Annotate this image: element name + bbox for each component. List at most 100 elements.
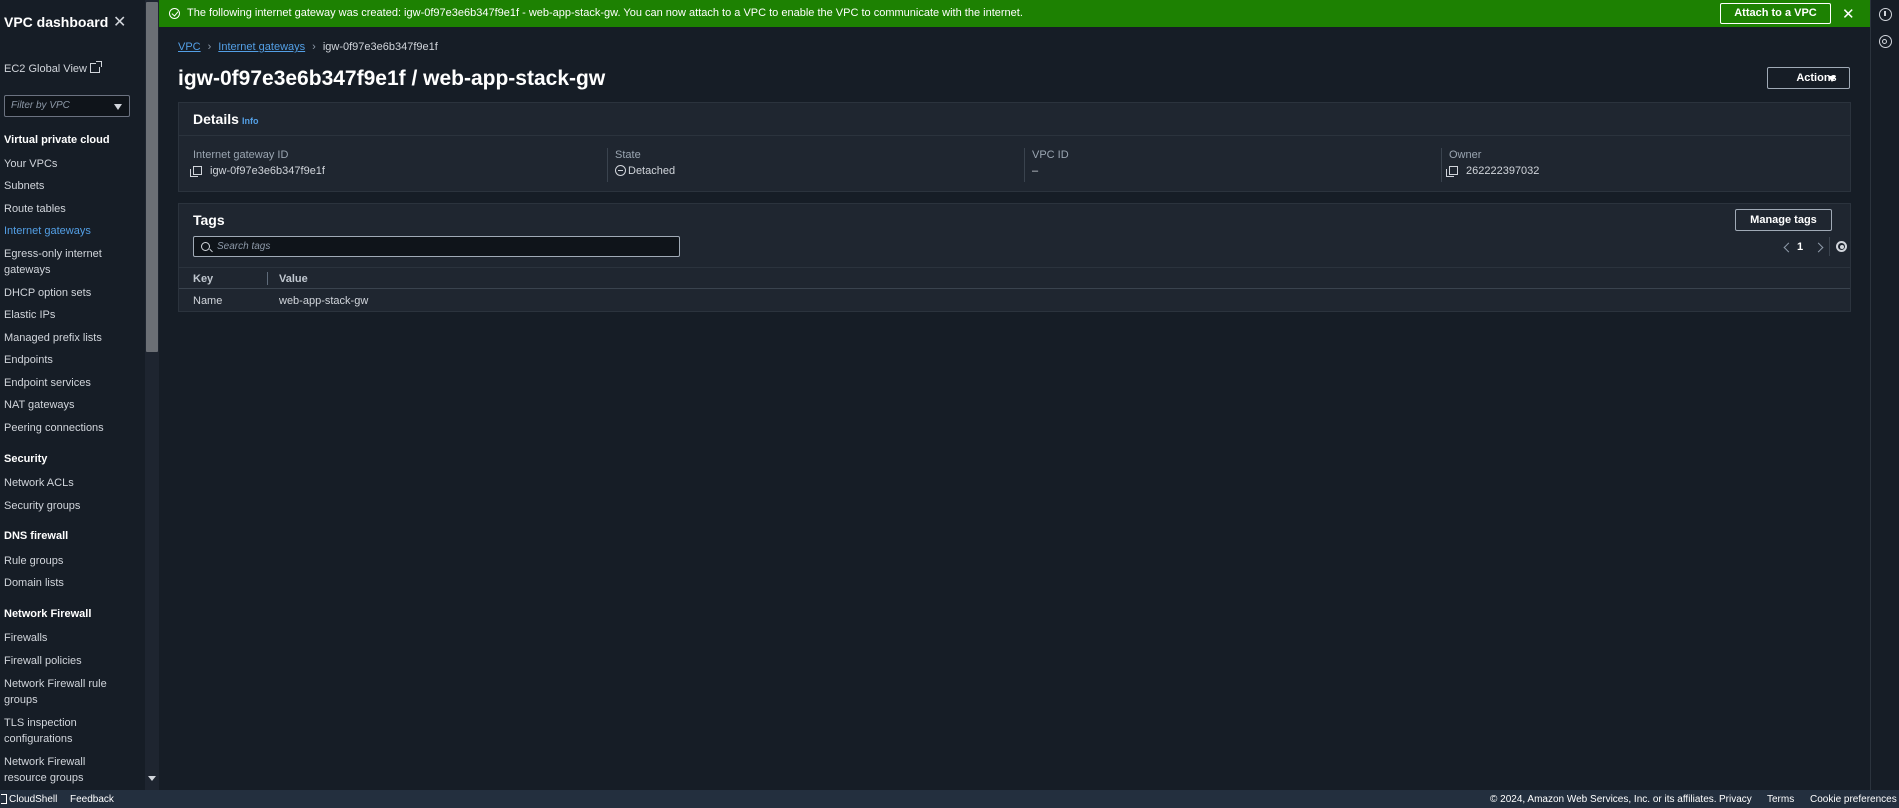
- tags-table-header: Key Value: [179, 267, 1850, 289]
- cloudshell-icon: [1, 794, 7, 804]
- breadcrumb-current: igw-0f97e3e6b347f9e1f: [322, 41, 438, 53]
- sidebar-item-elastic-ips[interactable]: Elastic IPs: [4, 307, 109, 323]
- sidebar-item-dhcp-option-sets[interactable]: DHCP option sets: [4, 285, 109, 301]
- chevron-right-icon: ›: [207, 41, 212, 53]
- manage-tags-button[interactable]: Manage tags: [1735, 209, 1832, 231]
- sidebar-item-security-groups[interactable]: Security groups: [4, 498, 109, 514]
- sidebar-item-network-firewall-resource-groups[interactable]: Network Firewall resource groups: [4, 754, 109, 786]
- section-virtual-private-cloud: Virtual private cloud: [4, 134, 110, 146]
- owner-value: 262222397032: [1466, 165, 1540, 177]
- sidebar-title: VPC dashboard: [4, 14, 109, 30]
- column-header-value[interactable]: Value: [279, 273, 308, 285]
- terms-link[interactable]: Terms: [1767, 794, 1794, 805]
- sidebar-item-egress-only-internet-gateways[interactable]: Egress-only internet gateways: [4, 246, 109, 278]
- chevron-right-icon: ›: [312, 41, 316, 53]
- actions-dropdown-button[interactable]: Actions: [1767, 67, 1850, 89]
- state-value: Detached: [628, 165, 676, 177]
- sidebar-close-icon[interactable]: ✕: [113, 12, 126, 32]
- right-tool-rail: [1870, 0, 1899, 790]
- breadcrumb-internet-gateways[interactable]: Internet gateways: [218, 41, 305, 53]
- sidebar-item-subnets[interactable]: Subnets: [4, 178, 109, 194]
- tag-value-cell: web-app-stack-gw: [279, 295, 369, 307]
- cookie-preferences-link[interactable]: Cookie preferences: [1810, 794, 1897, 805]
- caret-down-icon: [114, 104, 122, 110]
- tags-search-box: [193, 236, 680, 257]
- sidebar-scrollbar[interactable]: [145, 0, 159, 790]
- vpc-id-label: VPC ID: [1032, 149, 1069, 161]
- sidebar-item-firewalls[interactable]: Firewalls: [4, 630, 109, 646]
- section-dns-firewall: DNS firewall: [4, 530, 69, 542]
- sidebar-item-peering-connections[interactable]: Peering connections: [4, 420, 109, 436]
- sidebar-item-nat-gateways[interactable]: NAT gateways: [4, 397, 109, 413]
- sidebar-item-route-tables[interactable]: Route tables: [4, 201, 109, 217]
- details-panel: Details Info Internet gateway ID igw-0f9…: [178, 102, 1851, 192]
- column-divider: [1441, 148, 1442, 182]
- sidebar-item-network-acls[interactable]: Network ACLs: [4, 475, 109, 491]
- gear-icon[interactable]: [1836, 241, 1847, 252]
- chevron-left-icon[interactable]: [1783, 242, 1794, 253]
- state-field: State Detached: [615, 149, 675, 177]
- sidebar: VPC dashboard ✕ EC2 Global View Filter b…: [0, 0, 145, 790]
- main-content: The following internet gateway was creat…: [159, 0, 1870, 790]
- column-resizer[interactable]: [267, 272, 268, 285]
- sidebar-item-internet-gateways[interactable]: Internet gateways: [4, 223, 109, 239]
- vpc-filter-select[interactable]: Filter by VPC: [4, 95, 130, 117]
- state-label: State: [615, 149, 641, 161]
- vpc-filter-placeholder: Filter by VPC: [11, 100, 70, 111]
- copy-icon[interactable]: [190, 166, 202, 177]
- sidebar-item-tls-inspection-configurations[interactable]: TLS inspection configurations: [4, 715, 109, 747]
- igw-id-field: Internet gateway ID igw-0f97e3e6b347f9e1…: [190, 149, 325, 177]
- tags-panel: Tags Manage tags 1 Key Value Name web-ap…: [178, 203, 1851, 312]
- pagination-current-page[interactable]: 1: [1797, 241, 1803, 253]
- success-banner: The following internet gateway was creat…: [159, 0, 1870, 27]
- owner-field: Owner 262222397032: [1446, 149, 1540, 177]
- sidebar-item-endpoints[interactable]: Endpoints: [4, 352, 109, 368]
- section-security: Security: [4, 453, 48, 465]
- sidebar-item-endpoint-services[interactable]: Endpoint services: [4, 375, 109, 391]
- column-divider: [607, 148, 608, 182]
- column-divider: [1024, 148, 1025, 182]
- igw-id-value: igw-0f97e3e6b347f9e1f: [210, 165, 325, 177]
- details-info-link[interactable]: Info: [242, 116, 259, 126]
- global-view-label[interactable]: EC2 Global View: [4, 63, 87, 75]
- chevron-right-icon[interactable]: [1813, 242, 1824, 253]
- sidebar-item-managed-prefix-lists[interactable]: Managed prefix lists: [4, 330, 109, 346]
- tags-search-input[interactable]: [217, 239, 667, 254]
- copyright-text: © 2024, Amazon Web Services, Inc. or its…: [1490, 794, 1717, 805]
- status-stopped-icon: [615, 165, 626, 176]
- footer: CloudShell Feedback © 2024, Amazon Web S…: [0, 790, 1899, 808]
- caret-down-icon: [1828, 76, 1836, 82]
- breadcrumb-vpc[interactable]: VPC: [178, 41, 201, 53]
- sidebar-item-domain-lists[interactable]: Domain lists: [4, 575, 109, 591]
- info-panel-icon[interactable]: [1879, 8, 1892, 21]
- external-link-icon: [89, 61, 102, 73]
- section-network-firewall: Network Firewall: [4, 608, 92, 620]
- sidebar-item-ec2-global-view[interactable]: EC2 Global View: [4, 61, 102, 75]
- igw-id-label: Internet gateway ID: [193, 149, 289, 161]
- search-icon: [201, 242, 210, 251]
- breadcrumb: VPC › Internet gateways › igw-0f97e3e6b347f9…: [178, 41, 438, 53]
- details-header: Details: [193, 111, 239, 127]
- copy-icon[interactable]: [1446, 166, 1458, 177]
- scroll-down-arrow-icon[interactable]: [148, 776, 156, 781]
- attach-to-vpc-button[interactable]: Attach to a VPC: [1720, 3, 1831, 24]
- success-check-icon: [169, 8, 180, 19]
- privacy-link[interactable]: Privacy: [1719, 794, 1752, 805]
- column-header-key[interactable]: Key: [193, 273, 213, 285]
- vpc-id-field: VPC ID –: [1032, 149, 1069, 177]
- sidebar-item-rule-groups[interactable]: Rule groups: [4, 553, 109, 569]
- tutorial-icon[interactable]: [1879, 35, 1892, 48]
- tags-header: Tags: [193, 212, 225, 228]
- banner-close-icon[interactable]: ✕: [1842, 5, 1855, 23]
- table-row: Name web-app-stack-gw: [179, 290, 1850, 312]
- banner-message: The following internet gateway was creat…: [187, 7, 1023, 19]
- cloudshell-link[interactable]: CloudShell: [9, 794, 57, 805]
- vpc-id-value: –: [1032, 165, 1039, 177]
- feedback-link[interactable]: Feedback: [70, 794, 114, 805]
- sidebar-item-firewall-policies[interactable]: Firewall policies: [4, 653, 109, 669]
- scrollbar-thumb[interactable]: [146, 2, 158, 352]
- divider: [1829, 237, 1830, 256]
- sidebar-item-network-firewall-rule-groups[interactable]: Network Firewall rule groups: [4, 676, 109, 708]
- tag-key-cell: Name: [193, 295, 223, 307]
- sidebar-item-your-vpcs[interactable]: Your VPCs: [4, 156, 109, 172]
